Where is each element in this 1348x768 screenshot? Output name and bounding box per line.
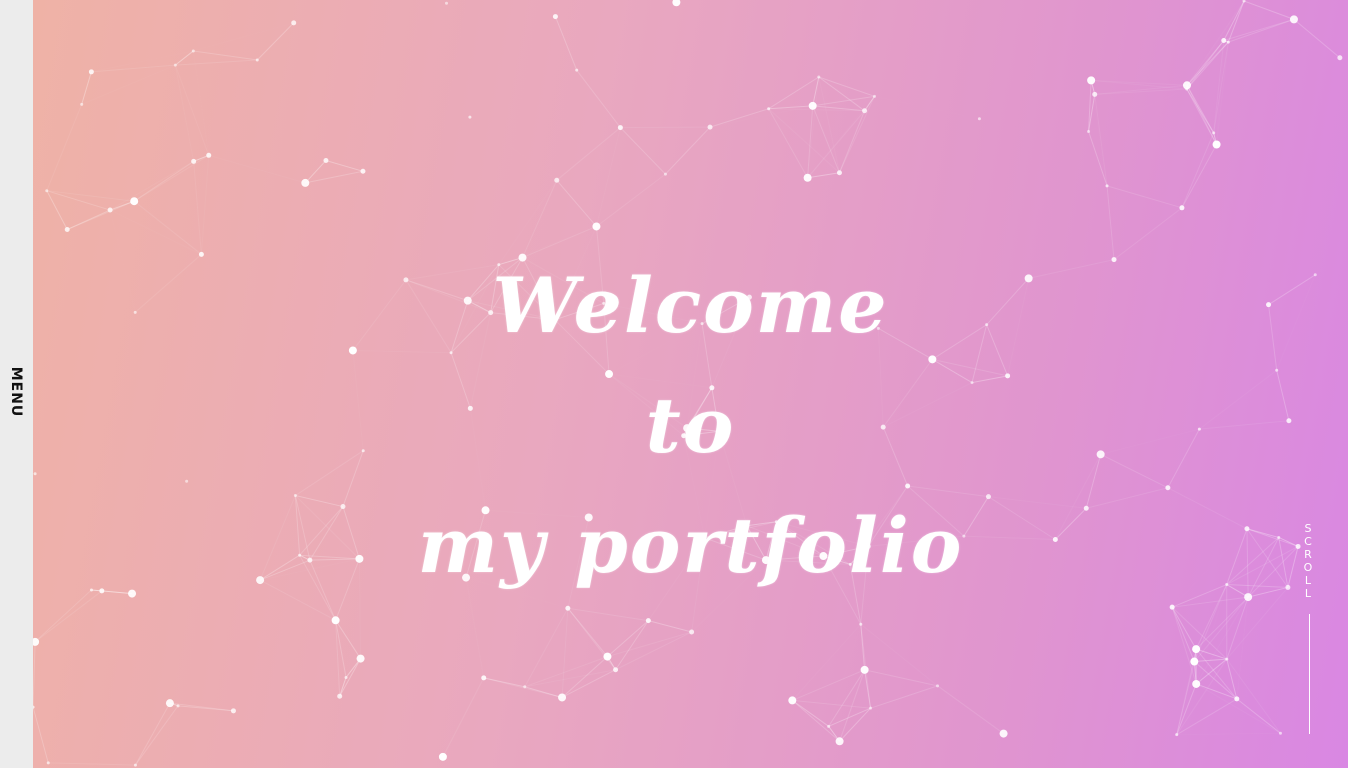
hero-section: Welcome to my portfolio SCROLL (33, 0, 1348, 768)
scroll-label: SCROLL (1303, 522, 1315, 600)
headline-line-2: to (645, 380, 736, 470)
welcome-headline: Welcome to my portfolio (33, 246, 1348, 606)
menu-toggle[interactable]: MENU (8, 367, 24, 418)
scroll-line (1309, 614, 1310, 734)
headline-line-3: my portfolio (417, 500, 964, 590)
headline-line-1: Welcome (492, 260, 889, 350)
scroll-indicator[interactable]: SCROLL (1302, 522, 1316, 736)
side-menu-bar[interactable]: MENU (0, 0, 33, 768)
